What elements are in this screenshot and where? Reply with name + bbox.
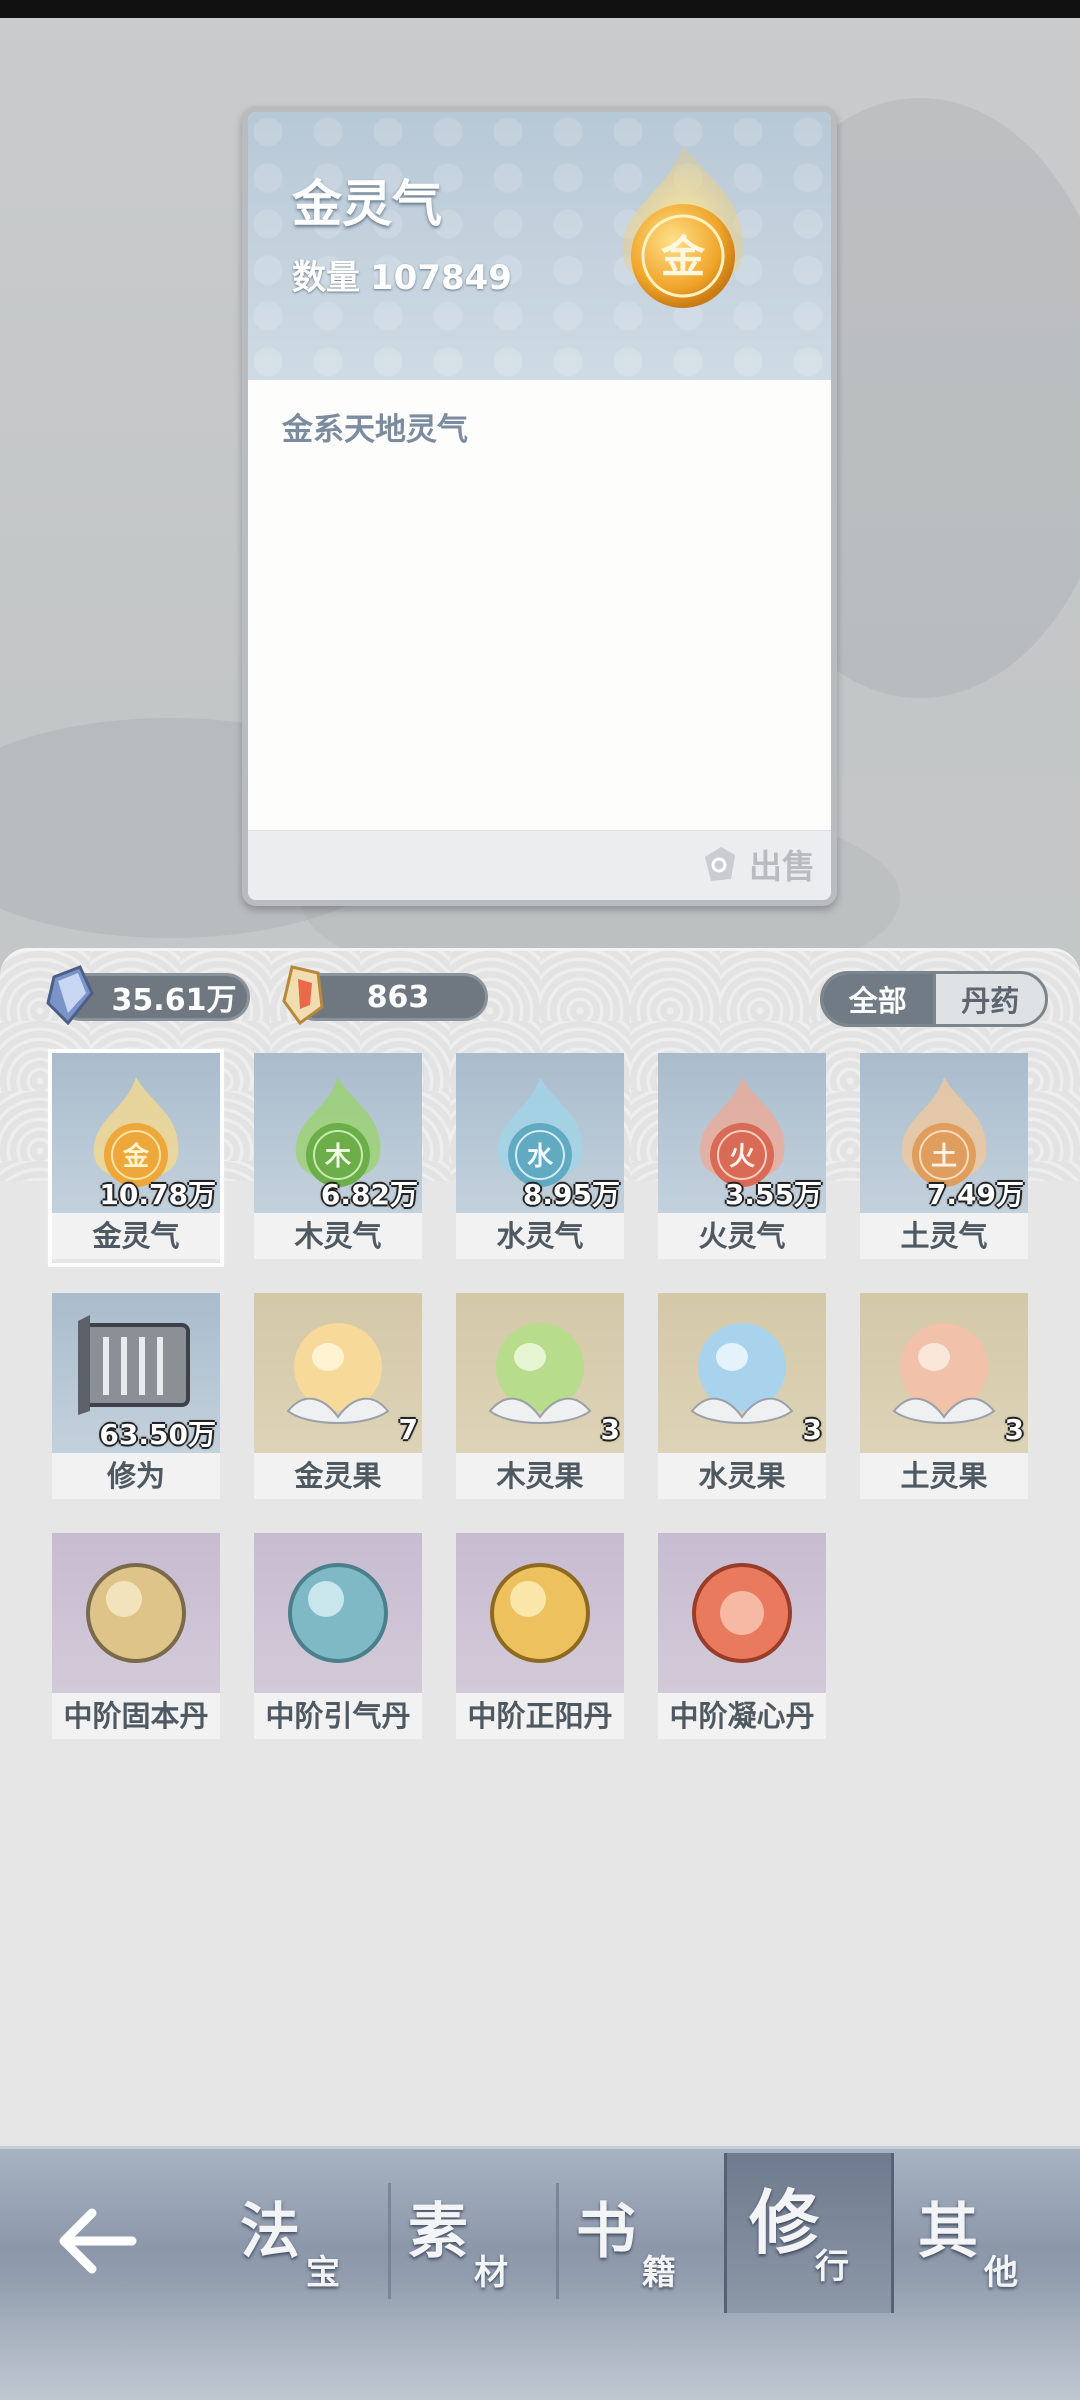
detail-footer: 出售 bbox=[248, 830, 831, 900]
scroll-icon bbox=[78, 1315, 190, 1415]
status-bar bbox=[0, 0, 1080, 18]
item-earth-qi[interactable]: 土 7.49万 土灵气 bbox=[860, 1053, 1028, 1263]
quantity-value: 107849 bbox=[370, 258, 512, 298]
item-wood-qi[interactable]: 木 6.82万 木灵气 bbox=[254, 1053, 422, 1263]
svg-text:金: 金 bbox=[122, 1141, 150, 1172]
gem-value: 863 bbox=[366, 979, 430, 1015]
item-water-fruit[interactable]: 3 水灵果 bbox=[658, 1293, 826, 1503]
nav-tab-treasure[interactable]: 法宝 bbox=[218, 2179, 388, 2309]
item-name: 金灵气 bbox=[52, 1213, 220, 1259]
gem-icon bbox=[282, 965, 324, 1026]
detail-header: 金灵气 数量 107849 金 bbox=[248, 112, 831, 380]
item-name: 水灵果 bbox=[658, 1453, 826, 1499]
sell-button[interactable]: 出售 bbox=[699, 840, 815, 888]
nav-tab-books[interactable]: 书籍 bbox=[554, 2179, 724, 2309]
item-name: 水灵气 bbox=[456, 1213, 624, 1259]
item-count: 10.78万 bbox=[99, 1178, 216, 1211]
water-fruit-icon bbox=[690, 1323, 794, 1424]
item-count: 7.49万 bbox=[926, 1178, 1024, 1211]
item-name: 木灵气 bbox=[254, 1213, 422, 1259]
item-count: 8.95万 bbox=[522, 1178, 620, 1211]
nav-tab-other[interactable]: 其他 bbox=[896, 2179, 1066, 2309]
item-name: 中阶正阳丹 bbox=[456, 1693, 624, 1739]
item-gold-fruit[interactable]: 7 金灵果 bbox=[254, 1293, 422, 1503]
pill-zhengyang-icon bbox=[490, 1563, 590, 1663]
spirit-stone-icon bbox=[46, 965, 94, 1026]
gold-spirit-orb-icon: 金 bbox=[622, 144, 744, 308]
item-count: 3 bbox=[802, 1413, 822, 1446]
item-name: 金灵果 bbox=[254, 1453, 422, 1499]
item-name: 土灵果 bbox=[860, 1453, 1028, 1499]
filter-pill-tab[interactable]: 丹药 bbox=[932, 974, 1046, 1024]
item-name: 中阶引气丹 bbox=[254, 1693, 422, 1739]
quantity-label: 数量 bbox=[292, 258, 360, 298]
item-gold-qi[interactable]: 金 10.78万 金灵气 bbox=[48, 1049, 224, 1267]
item-name: 木灵果 bbox=[456, 1453, 624, 1499]
nav-tab-materials[interactable]: 素材 bbox=[386, 2179, 556, 2309]
svg-text:火: 火 bbox=[729, 1142, 755, 1172]
svg-text:水: 水 bbox=[527, 1142, 554, 1172]
pill-yinqi-icon bbox=[288, 1563, 388, 1663]
nav-tab-cultivation[interactable]: 修行 bbox=[724, 2153, 894, 2313]
detail-quantity: 数量 107849 bbox=[292, 250, 522, 299]
spirit-stone-value: 35.61万 bbox=[111, 983, 237, 1018]
item-wood-fruit[interactable]: 3 木灵果 bbox=[456, 1293, 624, 1503]
item-count: 3.55万 bbox=[724, 1178, 822, 1211]
pill-guben-icon bbox=[86, 1563, 186, 1663]
sell-tag-icon bbox=[705, 847, 735, 881]
item-pill-guben[interactable]: 中阶固本丹 bbox=[52, 1533, 220, 1743]
item-fire-qi[interactable]: 火 3.55万 火灵气 bbox=[658, 1053, 826, 1263]
item-count: 7 bbox=[398, 1413, 418, 1446]
filter-all-tab[interactable]: 全部 bbox=[823, 974, 933, 1024]
item-count: 3 bbox=[1004, 1413, 1024, 1446]
item-name: 中阶固本丹 bbox=[52, 1693, 220, 1739]
item-detail-card: 金灵气 数量 107849 金 金系天地灵气 出售 bbox=[242, 106, 837, 906]
svg-text:土: 土 bbox=[931, 1142, 957, 1172]
svg-text:金: 金 bbox=[660, 232, 706, 283]
detail-description: 金系天地灵气 bbox=[282, 412, 468, 448]
item-pill-ningxin[interactable]: 中阶凝心丹 bbox=[658, 1533, 826, 1743]
item-earth-fruit[interactable]: 3 土灵果 bbox=[860, 1293, 1028, 1503]
gold-fruit-icon bbox=[286, 1323, 390, 1424]
earth-fruit-icon bbox=[892, 1323, 996, 1424]
inventory-panel: 35.61万 863 全部 丹药 金 10.78万 金灵气 木 6.82万 木灵… bbox=[0, 948, 1080, 2148]
back-arrow-icon[interactable] bbox=[52, 2201, 142, 2281]
wood-fruit-icon bbox=[488, 1323, 592, 1424]
svg-text:木: 木 bbox=[324, 1142, 351, 1172]
item-water-qi[interactable]: 水 8.95万 水灵气 bbox=[456, 1053, 624, 1263]
sell-label: 出售 bbox=[749, 847, 815, 886]
item-pill-zhengyang[interactable]: 中阶正阳丹 bbox=[456, 1533, 624, 1743]
detail-title: 金灵气 bbox=[292, 174, 442, 233]
item-cultivation[interactable]: 63.50万 修为 bbox=[52, 1293, 220, 1503]
item-count: 6.82万 bbox=[320, 1178, 418, 1211]
item-name: 中阶凝心丹 bbox=[658, 1693, 826, 1739]
item-count: 63.50万 bbox=[99, 1418, 216, 1451]
bottom-nav: 法宝 素材 书籍 修行 其他 bbox=[0, 2146, 1080, 2400]
item-name: 修为 bbox=[52, 1453, 220, 1499]
item-pill-yinqi[interactable]: 中阶引气丹 bbox=[254, 1533, 422, 1743]
item-name: 火灵气 bbox=[658, 1213, 826, 1259]
filter-toggle: 全部 丹药 bbox=[820, 971, 1048, 1027]
pill-ningxin-icon bbox=[692, 1563, 792, 1663]
item-count: 3 bbox=[600, 1413, 620, 1446]
item-name: 土灵气 bbox=[860, 1213, 1028, 1259]
